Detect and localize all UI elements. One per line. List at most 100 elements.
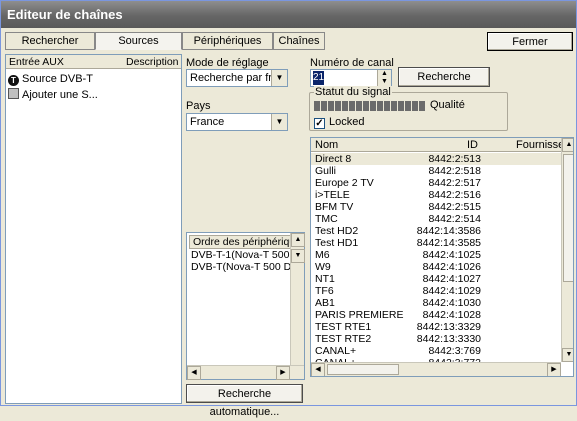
signal-meter-segment xyxy=(384,101,390,111)
scroll-left-icon[interactable]: ◀ xyxy=(311,363,325,376)
channel-id: 8442:2:516 xyxy=(428,189,481,201)
tab-chaines[interactable]: Chaînes xyxy=(273,32,325,50)
locked-label: Locked xyxy=(329,116,365,128)
channel-id: 8442:3:769 xyxy=(428,345,481,357)
channel-id: 8442:2:514 xyxy=(428,213,481,225)
channel-name: Gulli xyxy=(315,165,337,177)
table-row[interactable]: Test HD2 8442:14:3586 xyxy=(311,225,561,237)
sources-list-header: Entrée AUX Description xyxy=(6,55,181,69)
channel-id: 8442:4:1029 xyxy=(422,285,481,297)
signal-meter-segment xyxy=(342,101,348,111)
chevron-down-icon[interactable]: ▼ xyxy=(271,114,287,130)
channel-id: 8442:2:513 xyxy=(428,153,481,165)
tab-sources[interactable]: Sources xyxy=(95,32,182,50)
table-row[interactable]: PARIS PREMIERE 8442:4:1028 xyxy=(311,309,561,321)
auto-search-button[interactable]: Recherche automatique... xyxy=(186,384,303,418)
tuning-mode-select[interactable]: Recherche par fréqu ▼ xyxy=(186,69,288,87)
devices-order-header[interactable]: Ordre des périphériques xyxy=(189,235,291,249)
list-item-add-source[interactable]: Ajouter une S... xyxy=(8,87,98,103)
table-row[interactable]: Europe 2 TV 8442:2:517 xyxy=(311,177,561,189)
locked-checkbox[interactable]: ✓ Locked xyxy=(314,116,364,129)
channel-name: CANAL+ xyxy=(315,345,357,357)
scroll-up-icon[interactable]: ▲ xyxy=(562,138,573,152)
header-nom[interactable]: Nom xyxy=(315,138,338,151)
scrollbar-thumb[interactable] xyxy=(327,364,399,375)
signal-quality-meter xyxy=(314,101,425,111)
channel-id: 8442:13:3329 xyxy=(416,321,481,333)
header-entree-aux[interactable]: Entrée AUX xyxy=(9,55,64,69)
table-row[interactable]: Test HD1 8442:14:3585 xyxy=(311,237,561,249)
channel-id: 8442:2:518 xyxy=(428,165,481,177)
channel-number-value[interactable]: 21 xyxy=(313,71,324,85)
devices-vertical-scrollbar[interactable]: ▲ ▼ xyxy=(290,233,305,365)
signal-meter-segment xyxy=(398,101,404,111)
sources-list[interactable]: Entrée AUX Description T Source DVB-T Ajo… xyxy=(5,54,182,404)
channel-id: 8442:14:3586 xyxy=(416,225,481,237)
channel-name: NT1 xyxy=(315,273,335,285)
channel-name: Test HD2 xyxy=(315,225,359,237)
chevron-down-icon[interactable]: ▼ xyxy=(271,70,287,86)
signal-meter-segment xyxy=(349,101,355,111)
header-id[interactable]: ID xyxy=(467,138,478,151)
table-row[interactable]: i>TELE 8442:2:516 xyxy=(311,189,561,201)
signal-meter-segment xyxy=(377,101,383,111)
signal-meter-segment xyxy=(328,101,334,111)
table-row[interactable]: BFM TV 8442:2:515 xyxy=(311,201,561,213)
dvb-source-icon: T xyxy=(8,75,19,86)
channel-name: TF6 xyxy=(315,285,334,297)
devices-order-list[interactable]: Ordre des périphériques DVB-T-1(Nova-T 5… xyxy=(186,232,305,380)
signal-meter-segment xyxy=(363,101,369,111)
signal-status-group: Statut du signal Qualité ✓ Locked xyxy=(309,86,508,131)
table-row[interactable]: Direct 8 8442:2:513 xyxy=(311,153,561,165)
scroll-right-icon[interactable]: ▶ xyxy=(547,363,561,376)
channel-id: 8442:4:1028 xyxy=(422,309,481,321)
tab-peripheriques[interactable]: Périphériques xyxy=(182,32,273,50)
scrollbar-thumb[interactable] xyxy=(563,154,573,282)
scroll-down-icon[interactable]: ▼ xyxy=(562,348,573,362)
scroll-right-icon[interactable]: ▶ xyxy=(276,366,290,380)
channel-number-stepper[interactable]: 21 ▲ ▼ xyxy=(310,69,392,87)
table-row[interactable]: W9 8442:4:1026 xyxy=(311,261,561,273)
channel-id: 8442:14:3585 xyxy=(416,237,481,249)
channel-name: PARIS PREMIERE xyxy=(315,309,404,321)
channel-number-label: Numéro de canal xyxy=(310,57,394,69)
channels-list[interactable]: Nom ID Fournisseu Direct 88442:2:513Gull… xyxy=(310,137,574,377)
table-row[interactable]: NT1 8442:4:1027 xyxy=(311,273,561,285)
search-button[interactable]: Recherche xyxy=(398,67,490,87)
channels-horizontal-scrollbar[interactable]: ◀ ▶ xyxy=(311,362,561,376)
scroll-down-icon[interactable]: ▼ xyxy=(291,249,305,263)
close-button[interactable]: Fermer xyxy=(487,32,573,51)
table-row[interactable]: AB1 8442:4:1030 xyxy=(311,297,561,309)
table-row[interactable]: CANAL+ 8442:3:769 xyxy=(311,345,561,357)
channel-name: Test HD1 xyxy=(315,237,359,249)
spin-arrows-icon[interactable]: ▲ ▼ xyxy=(377,70,391,86)
signal-meter-segment xyxy=(405,101,411,111)
table-row[interactable]: Gulli 8442:2:518 xyxy=(311,165,561,177)
signal-meter-segment xyxy=(419,101,425,111)
channel-name: i>TELE xyxy=(315,189,350,201)
channel-name: Direct 8 xyxy=(315,153,352,165)
table-row[interactable]: TEST RTE2 8442:13:3330 xyxy=(311,333,561,345)
channel-id: 8442:4:1025 xyxy=(422,249,481,261)
list-item-source-dvbt[interactable]: T Source DVB-T xyxy=(8,71,93,87)
header-description[interactable]: Description xyxy=(126,55,179,69)
scroll-up-icon[interactable]: ▲ xyxy=(291,233,305,247)
country-select[interactable]: France ▼ xyxy=(186,113,288,131)
list-item[interactable]: DVB-T(Nova-T 500 DVB xyxy=(187,261,291,273)
table-row[interactable]: TMC 8442:2:514 xyxy=(311,213,561,225)
channels-vertical-scrollbar[interactable]: ▲ ▼ xyxy=(561,138,573,362)
scroll-left-icon[interactable]: ◀ xyxy=(187,366,201,380)
country-value: France xyxy=(190,116,225,128)
channel-name: W9 xyxy=(315,261,331,273)
checkbox-checked-icon[interactable]: ✓ xyxy=(314,118,325,129)
table-row[interactable]: TF6 8442:4:1029 xyxy=(311,285,561,297)
header-fournisseur[interactable]: Fournisseu xyxy=(516,138,561,151)
table-row[interactable]: M6 8442:4:1025 xyxy=(311,249,561,261)
signal-status-legend: Statut du signal xyxy=(314,86,392,98)
window-title: Editeur de chaînes xyxy=(1,1,576,28)
devices-horizontal-scrollbar[interactable]: ◀ ▶ xyxy=(187,365,304,380)
country-label: Pays xyxy=(186,100,211,112)
tab-rechercher[interactable]: Rechercher xyxy=(5,32,95,50)
list-item[interactable]: DVB-T-1(Nova-T 500 D\ xyxy=(187,249,291,261)
table-row[interactable]: TEST RTE1 8442:13:3329 xyxy=(311,321,561,333)
